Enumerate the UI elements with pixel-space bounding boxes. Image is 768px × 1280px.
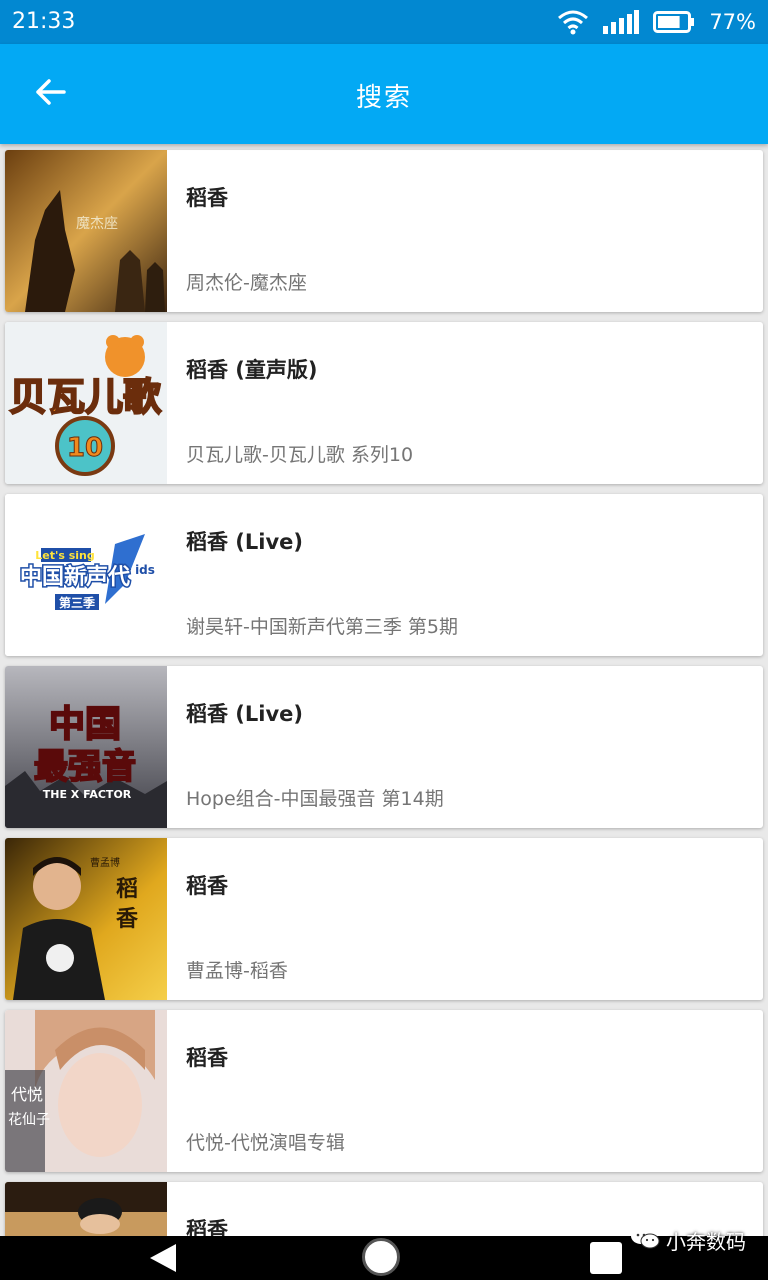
song-title: 稻香 (Live) [186,530,304,554]
song-title: 稻香 [186,1046,228,1070]
result-card[interactable]: 稻 香 曹孟博 稻香 曹孟博-稻香 [5,838,763,1000]
song-artist-album: Hope组合-中国最强音 第14期 [186,788,444,810]
result-card[interactable]: 代悦 花仙子 稻香 代悦-代悦演唱专辑 [5,1010,763,1172]
album-cover: Let's sing 中国新声代 ids 第三季 [5,494,167,656]
nav-home-icon[interactable] [362,1238,400,1276]
page-title: 搜索 [355,83,412,113]
cover-title: 中国 [49,704,121,745]
watermark: 小奔数码 [630,1226,746,1255]
song-artist-album: 代悦-代悦演唱专辑 [186,1132,345,1154]
song-artist-album: 贝瓦儿歌-贝瓦儿歌 系列10 [186,444,414,466]
cover-title: 代悦 [11,1085,43,1104]
result-card[interactable]: 贝瓦儿歌 10 稻香 (童声版) 贝瓦儿歌-贝瓦儿歌 系列10 [5,322,763,484]
watermark-text: 小奔数码 [666,1230,746,1254]
status-time: 21:33 [12,9,76,34]
album-cover [5,1182,167,1236]
status-icons: 77% [557,8,756,36]
signal-icon [603,10,640,34]
song-title: 稻香 [186,874,228,898]
app-bar: 搜索 [0,44,768,144]
song-title: 稻香 [186,186,228,210]
song-artist-album: 曹孟博-稻香 [186,960,288,982]
nav-recent-icon[interactable] [590,1242,622,1274]
result-card[interactable]: 中国 最强音 THE X FACTOR 稻香 (Live) Hope组合-中国最… [5,666,763,828]
song-title: 稻香 (童声版) [186,358,318,382]
cover-title: 中国新声代 [20,564,130,590]
wifi-icon [557,9,589,35]
cover-title: 魔杰座 [76,216,118,232]
album-cover: 贝瓦儿歌 10 [5,322,167,484]
wechat-icon [630,1226,660,1255]
cover-title-line2: 最强音 [34,747,136,787]
album-cover: 中国 最强音 THE X FACTOR [5,666,167,828]
cover-title: 贝瓦儿歌 [9,375,162,419]
album-cover: 稻 香 曹孟博 [5,838,167,1000]
song-title: 稻香 (Live) [186,702,304,726]
nav-back-icon[interactable] [146,1242,178,1278]
album-cover: 魔杰座 [5,150,167,312]
result-card[interactable]: 魔杰座 稻香 周杰伦-魔杰座 [5,150,763,312]
song-artist-album: 周杰伦-魔杰座 [186,272,307,294]
cover-number: 10 [67,433,103,463]
battery-icon [653,11,695,33]
cover-side-text: ids [135,563,155,577]
cover-subtitle: 第三季 [59,595,96,610]
cover-small-text: 曹孟博 [90,856,120,869]
status-bar: 21:33 77% [0,0,768,44]
search-results-list[interactable]: 魔杰座 稻香 周杰伦-魔杰座 贝瓦儿歌 10 稻香 (童声版) 贝瓦儿歌-贝瓦儿… [0,148,768,1236]
result-card[interactable]: Let's sing 中国新声代 ids 第三季 稻香 (Live) 谢昊轩-中… [5,494,763,656]
cover-title: 稻 [116,876,138,902]
cover-top-text: Let's sing [35,549,95,562]
cover-title-2: 香 [116,906,138,932]
song-artist-album: 谢昊轩-中国新声代第三季 第5期 [186,616,458,638]
cover-tag: THE X FACTOR [43,788,132,801]
album-cover: 代悦 花仙子 [5,1010,167,1172]
cover-title-2: 花仙子 [8,1112,50,1128]
song-title: 稻香 [186,1218,228,1236]
battery-percent: 77% [709,10,756,34]
